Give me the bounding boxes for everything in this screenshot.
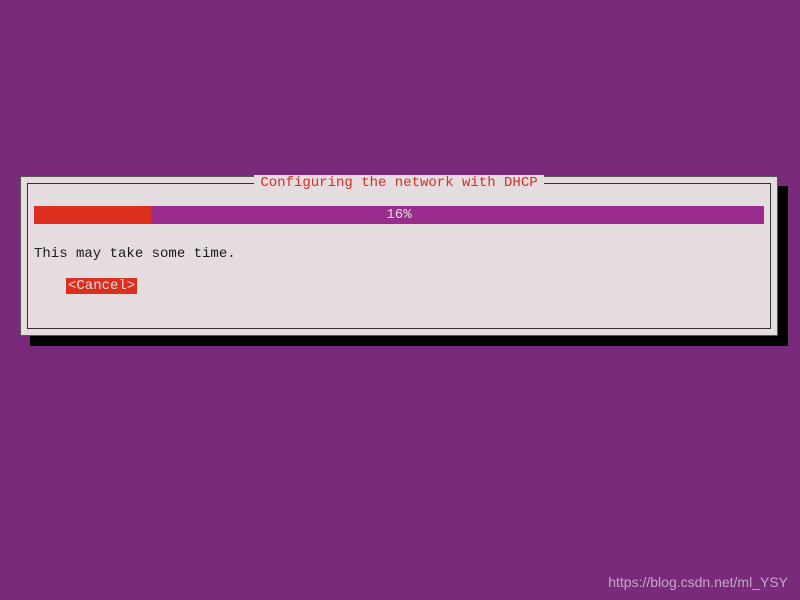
dhcp-config-dialog: Configuring the network with DHCP 16% Th… xyxy=(20,176,778,336)
progress-label: 16% xyxy=(34,206,764,224)
dialog-title: Configuring the network with DHCP xyxy=(254,175,543,191)
dialog-border: Configuring the network with DHCP 16% Th… xyxy=(27,183,771,329)
cancel-button[interactable]: <Cancel> xyxy=(66,278,137,294)
progress-bar: 16% xyxy=(34,206,764,224)
watermark: https://blog.csdn.net/ml_YSY xyxy=(608,574,788,590)
status-message: This may take some time. xyxy=(34,246,236,262)
